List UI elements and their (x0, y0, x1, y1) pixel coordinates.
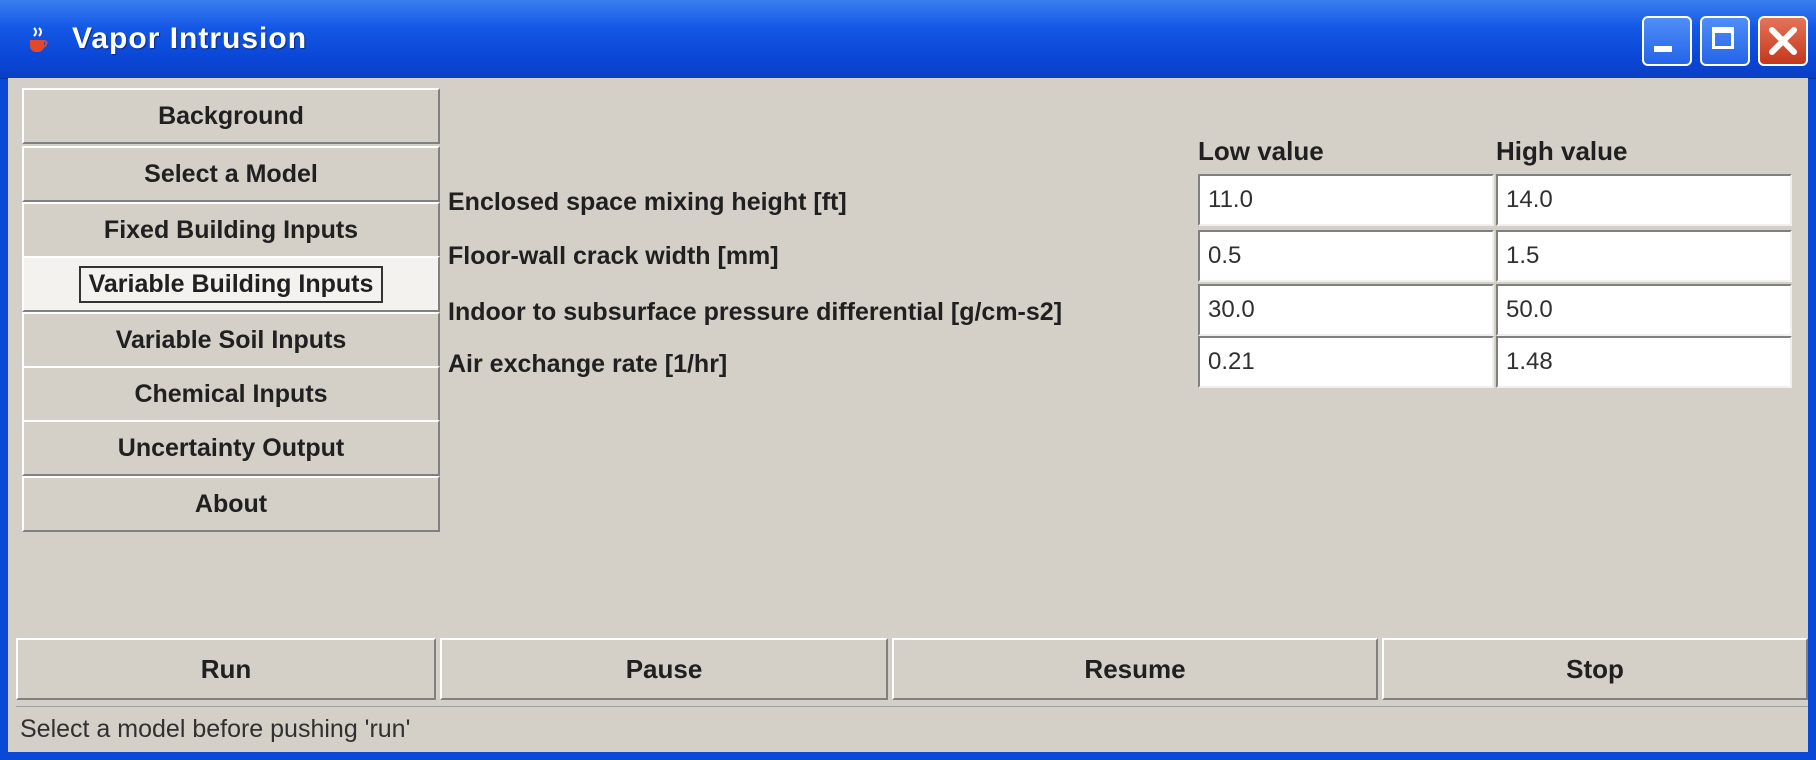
nav-fixed-building-inputs[interactable]: Fixed Building Inputs (22, 202, 440, 258)
status-bar: Select a model before pushing 'run' (16, 706, 1808, 750)
title-bar[interactable]: Vapor Intrusion (0, 0, 1816, 79)
nav-label: Select a Model (144, 159, 318, 188)
high-value-header: High value (1496, 136, 1628, 166)
stop-button[interactable]: Stop (1382, 638, 1808, 700)
pressure-differential-high-input[interactable] (1496, 284, 1792, 336)
maximize-icon (1712, 27, 1734, 49)
crack-width-high-input[interactable] (1496, 230, 1792, 282)
minimize-icon (1654, 46, 1672, 52)
client-area: Background Select a Model Fixed Building… (8, 78, 1808, 752)
minimize-button[interactable] (1642, 16, 1692, 66)
mixing-height-low-input[interactable] (1198, 174, 1494, 226)
nav-label: Uncertainty Output (117, 433, 345, 462)
low-value-header: Low value (1198, 136, 1324, 166)
crack-width-low-input[interactable] (1198, 230, 1494, 282)
nav-about[interactable]: About (22, 476, 440, 532)
close-button[interactable] (1758, 16, 1808, 66)
nav-label: Chemical Inputs (134, 379, 328, 408)
nav-uncertainty-output[interactable]: Uncertainty Output (22, 420, 440, 476)
mixing-height-high-input[interactable] (1496, 174, 1792, 226)
close-icon (1769, 27, 1797, 55)
nav-label: Background (158, 101, 304, 130)
resume-button[interactable]: Resume (892, 638, 1378, 700)
mixing-height-label: Enclosed space mixing height [ft] (448, 188, 847, 216)
air-exchange-rate-label: Air exchange rate [1/hr] (448, 350, 728, 378)
nav-variable-building-inputs[interactable]: Variable Building Inputs (22, 256, 440, 312)
nav-label: Variable Building Inputs (78, 265, 384, 303)
java-cup-icon (30, 27, 48, 52)
nav-variable-soil-inputs[interactable]: Variable Soil Inputs (22, 312, 440, 368)
app-window: Vapor Intrusion Background Select a Mode… (0, 0, 1816, 760)
crack-width-label: Floor-wall crack width [mm] (448, 242, 779, 270)
pause-button[interactable]: Pause (440, 638, 888, 700)
maximize-button[interactable] (1700, 16, 1750, 66)
window-title: Vapor Intrusion (72, 22, 308, 55)
air-exchange-rate-low-input[interactable] (1198, 336, 1494, 388)
nav-label: Fixed Building Inputs (103, 215, 359, 244)
status-message: Select a model before pushing 'run' (20, 715, 411, 743)
action-bar: Run Pause Resume Stop (16, 638, 1808, 700)
nav-chemical-inputs[interactable]: Chemical Inputs (22, 366, 440, 422)
nav-label: About (194, 489, 268, 518)
air-exchange-rate-high-input[interactable] (1496, 336, 1792, 388)
pressure-differential-low-input[interactable] (1198, 284, 1494, 336)
nav-background[interactable]: Background (22, 88, 440, 144)
nav-select-a-model[interactable]: Select a Model (22, 146, 440, 202)
nav-label: Variable Soil Inputs (115, 325, 347, 354)
pressure-differential-label: Indoor to subsurface pressure differenti… (448, 298, 1063, 326)
run-button[interactable]: Run (16, 638, 436, 700)
